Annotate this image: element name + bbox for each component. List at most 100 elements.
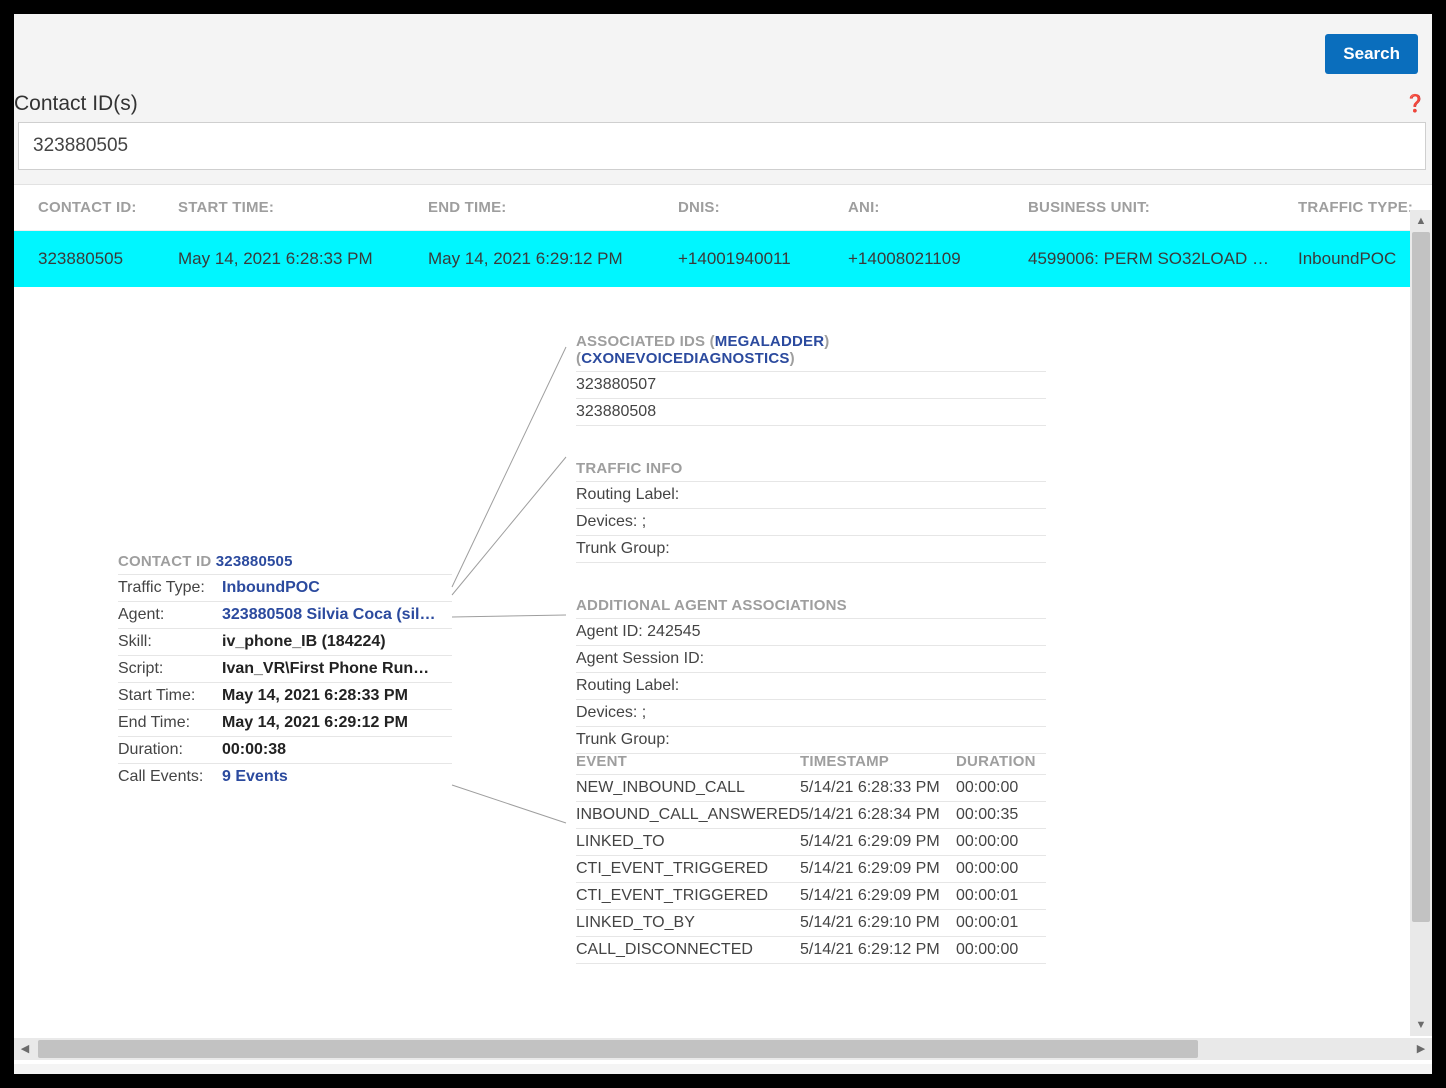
events-header-row: EVENT TIMESTAMP DURATION [576,749,1046,775]
traffic-info-title: TRAFFIC INFO [576,456,1046,482]
col-header-business-unit: BUSINESS UNIT: [1028,199,1298,216]
summary-agent-key: Agent: [118,606,222,624]
agent-assoc-routing-label: Routing Label: [576,673,1046,700]
assoc-link-cxone[interactable]: CXONEVOICEDIAGNOSTICS [581,350,789,367]
detail-zone: CONTACT ID 323880505 Traffic Type: Inbou… [14,287,1432,1047]
summary-start-key: Start Time: [118,687,222,705]
event-timestamp: 5/14/21 6:29:09 PM [800,833,956,851]
summary-skill-value: iv_phone_IB (184224) [222,633,452,651]
events-header-duration: DURATION [956,753,1046,770]
summary-row-agent: Agent: 323880508 Silvia Coca (sil… [118,602,452,629]
traffic-devices: Devices: ; [576,509,1046,536]
event-timestamp: 5/14/21 6:28:34 PM [800,806,956,824]
event-duration: 00:00:00 [956,941,1046,959]
agent-assoc-title: ADDITIONAL AGENT ASSOCIATIONS [576,593,1046,619]
associated-id-row[interactable]: 323880507 [576,372,1046,399]
summary-title-prefix: CONTACT ID [118,553,211,570]
summary-end-value: May 14, 2021 6:29:12 PM [222,714,452,732]
event-name: NEW_INBOUND_CALL [576,779,800,797]
cell-start-time: May 14, 2021 6:28:33 PM [178,249,428,269]
traffic-trunk-group: Trunk Group: [576,536,1046,563]
summary-row-duration: Duration: 00:00:38 [118,737,452,764]
help-icon[interactable]: ❓ [1405,94,1426,114]
summary-duration-key: Duration: [118,741,222,759]
summary-start-value: May 14, 2021 6:28:33 PM [222,687,452,705]
vertical-scroll-thumb[interactable] [1412,232,1430,922]
contact-id-section: Contact ID(s) ❓ [14,88,1432,170]
event-row[interactable]: CTI_EVENT_TRIGGERED 5/14/21 6:29:09 PM 0… [576,883,1046,910]
events-header-event: EVENT [576,753,800,770]
event-duration: 00:00:01 [956,887,1046,905]
contact-ids-label: Contact ID(s) [14,88,1430,122]
contact-ids-input[interactable] [18,122,1426,170]
summary-skill-key: Skill: [118,633,222,651]
results-area: CONTACT ID: START TIME: END TIME: DNIS: … [14,184,1432,1064]
summary-script-value: Ivan_VR\First Phone Run… [222,660,452,678]
col-header-traffic-type: TRAFFIC TYPE: [1298,199,1428,216]
event-name: INBOUND_CALL_ANSWERED [576,806,800,824]
associated-id-row[interactable]: 323880508 [576,399,1046,426]
agent-assoc-agent-id: Agent ID: 242545 [576,619,1046,646]
summary-events-value[interactable]: 9 Events [222,768,452,786]
scroll-left-icon[interactable]: ◀ [14,1038,36,1060]
results-row-selected[interactable]: 323880505 May 14, 2021 6:28:33 PM May 14… [14,231,1432,287]
event-row[interactable]: NEW_INBOUND_CALL 5/14/21 6:28:33 PM 00:0… [576,775,1046,802]
event-name: CTI_EVENT_TRIGGERED [576,860,800,878]
horizontal-scrollbar[interactable]: ◀ ▶ [14,1038,1432,1060]
event-row[interactable]: CTI_EVENT_TRIGGERED 5/14/21 6:29:09 PM 0… [576,856,1046,883]
events-header-timestamp: TIMESTAMP [800,753,956,770]
event-timestamp: 5/14/21 6:28:33 PM [800,779,956,797]
summary-traffic-type-key: Traffic Type: [118,579,222,597]
event-duration: 00:00:00 [956,779,1046,797]
summary-title-id[interactable]: 323880505 [216,553,293,570]
event-duration: 00:00:35 [956,806,1046,824]
event-row[interactable]: INBOUND_CALL_ANSWERED 5/14/21 6:28:34 PM… [576,802,1046,829]
scroll-down-icon[interactable]: ▼ [1410,1014,1432,1036]
app-frame: Search Contact ID(s) ❓ CONTACT ID: START… [14,14,1432,1074]
right-detail-stack: ASSOCIATED IDS (MEGALADDER) (CXONEVOICED… [576,329,1046,754]
agent-assoc-devices: Devices: ; [576,700,1046,727]
col-header-contact-id: CONTACT ID: [38,199,178,216]
summary-traffic-type-value[interactable]: InboundPOC [222,579,452,597]
summary-row-traffic-type: Traffic Type: InboundPOC [118,575,452,602]
vertical-scrollbar[interactable]: ▲ ▼ [1410,210,1432,1036]
summary-card: CONTACT ID 323880505 Traffic Type: Inbou… [118,549,452,790]
horizontal-scroll-thumb[interactable] [38,1040,1198,1058]
event-timestamp: 5/14/21 6:29:09 PM [800,860,956,878]
event-name: LINKED_TO_BY [576,914,800,932]
event-duration: 00:00:01 [956,914,1046,932]
summary-row-skill: Skill: iv_phone_IB (184224) [118,629,452,656]
summary-row-script: Script: Ivan_VR\First Phone Run… [118,656,452,683]
summary-end-key: End Time: [118,714,222,732]
event-timestamp: 5/14/21 6:29:09 PM [800,887,956,905]
col-header-start-time: START TIME: [178,199,428,216]
event-row[interactable]: CALL_DISCONNECTED 5/14/21 6:29:12 PM 00:… [576,937,1046,964]
assoc-link-megaladder[interactable]: MEGALADDER [715,333,825,350]
col-header-end-time: END TIME: [428,199,678,216]
summary-row-start-time: Start Time: May 14, 2021 6:28:33 PM [118,683,452,710]
cell-traffic-type: InboundPOC [1298,249,1428,269]
summary-row-end-time: End Time: May 14, 2021 6:29:12 PM [118,710,452,737]
summary-events-key: Call Events: [118,768,222,786]
summary-agent-value[interactable]: 323880508 Silvia Coca (sil… [222,606,452,624]
results-header-row: CONTACT ID: START TIME: END TIME: DNIS: … [14,185,1432,231]
col-header-ani: ANI: [848,199,1028,216]
cell-contact-id: 323880505 [38,249,178,269]
top-bar: Search [14,14,1432,88]
cell-ani: +14008021109 [848,249,1028,269]
cell-end-time: May 14, 2021 6:29:12 PM [428,249,678,269]
agent-assoc-session-id: Agent Session ID: [576,646,1046,673]
events-table: EVENT TIMESTAMP DURATION NEW_INBOUND_CAL… [576,749,1046,964]
scroll-right-icon[interactable]: ▶ [1410,1038,1432,1060]
event-name: LINKED_TO [576,833,800,851]
event-timestamp: 5/14/21 6:29:10 PM [800,914,956,932]
summary-row-events: Call Events: 9 Events [118,764,452,790]
scroll-up-icon[interactable]: ▲ [1410,210,1432,232]
event-name: CTI_EVENT_TRIGGERED [576,887,800,905]
col-header-dnis: DNIS: [678,199,848,216]
assoc-title-prefix: ASSOCIATED IDS ( [576,333,715,350]
event-row[interactable]: LINKED_TO_BY 5/14/21 6:29:10 PM 00:00:01 [576,910,1046,937]
event-row[interactable]: LINKED_TO 5/14/21 6:29:09 PM 00:00:00 [576,829,1046,856]
traffic-routing-label: Routing Label: [576,482,1046,509]
search-button[interactable]: Search [1325,34,1418,74]
